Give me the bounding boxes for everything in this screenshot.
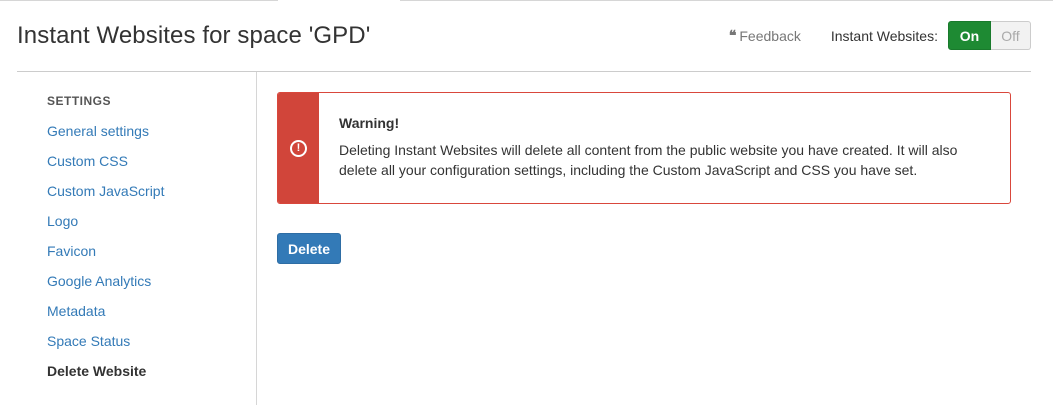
warning-panel: ! Warning! Deleting Instant Websites wil… [277, 92, 1011, 204]
sidebar-item-favicon[interactable]: Favicon [47, 242, 256, 272]
sidebar-item-logo[interactable]: Logo [47, 212, 256, 242]
sidebar-item-space-status[interactable]: Space Status [47, 332, 256, 362]
sidebar-item-general-settings[interactable]: General settings [47, 122, 256, 152]
main-content: ! Warning! Deleting Instant Websites wil… [277, 92, 1011, 264]
instant-websites-toggle: On Off [948, 21, 1031, 50]
warning-sidebar: ! [278, 93, 319, 203]
sidebar-item-custom-javascript[interactable]: Custom JavaScript [47, 182, 256, 212]
quote-icon: ❝ [728, 27, 737, 44]
sidebar-item-metadata[interactable]: Metadata [47, 302, 256, 332]
sidebar-item-google-analytics[interactable]: Google Analytics [47, 272, 256, 302]
settings-sidebar: SETTINGS General settings Custom CSS Cus… [17, 72, 257, 405]
sidebar-item-custom-css[interactable]: Custom CSS [47, 152, 256, 182]
warning-title: Warning! [339, 115, 400, 131]
delete-button[interactable]: Delete [277, 233, 341, 264]
warning-body: Warning! Deleting Instant Websites will … [319, 93, 1010, 203]
sidebar-heading: SETTINGS [47, 94, 112, 108]
page-header: Instant Websites for space 'GPD' ❝ Feedb… [17, 0, 1031, 72]
page: Instant Websites for space 'GPD' ❝ Feedb… [0, 0, 1053, 405]
toggle-on-button[interactable]: On [948, 21, 991, 50]
toggle-off-button[interactable]: Off [991, 21, 1031, 50]
feedback-link[interactable]: ❝ Feedback [729, 28, 801, 44]
sidebar-item-delete-website[interactable]: Delete Website [47, 362, 256, 392]
feedback-label: Feedback [739, 27, 801, 44]
header-actions: ❝ Feedback Instant Websites: On Off [729, 21, 1031, 50]
instant-websites-toggle-label: Instant Websites: [830, 27, 938, 44]
page-title: Instant Websites for space 'GPD' [17, 21, 371, 49]
exclamation-circle-icon: ! [290, 139, 307, 157]
warning-message: Deleting Instant Websites will delete al… [339, 142, 958, 178]
